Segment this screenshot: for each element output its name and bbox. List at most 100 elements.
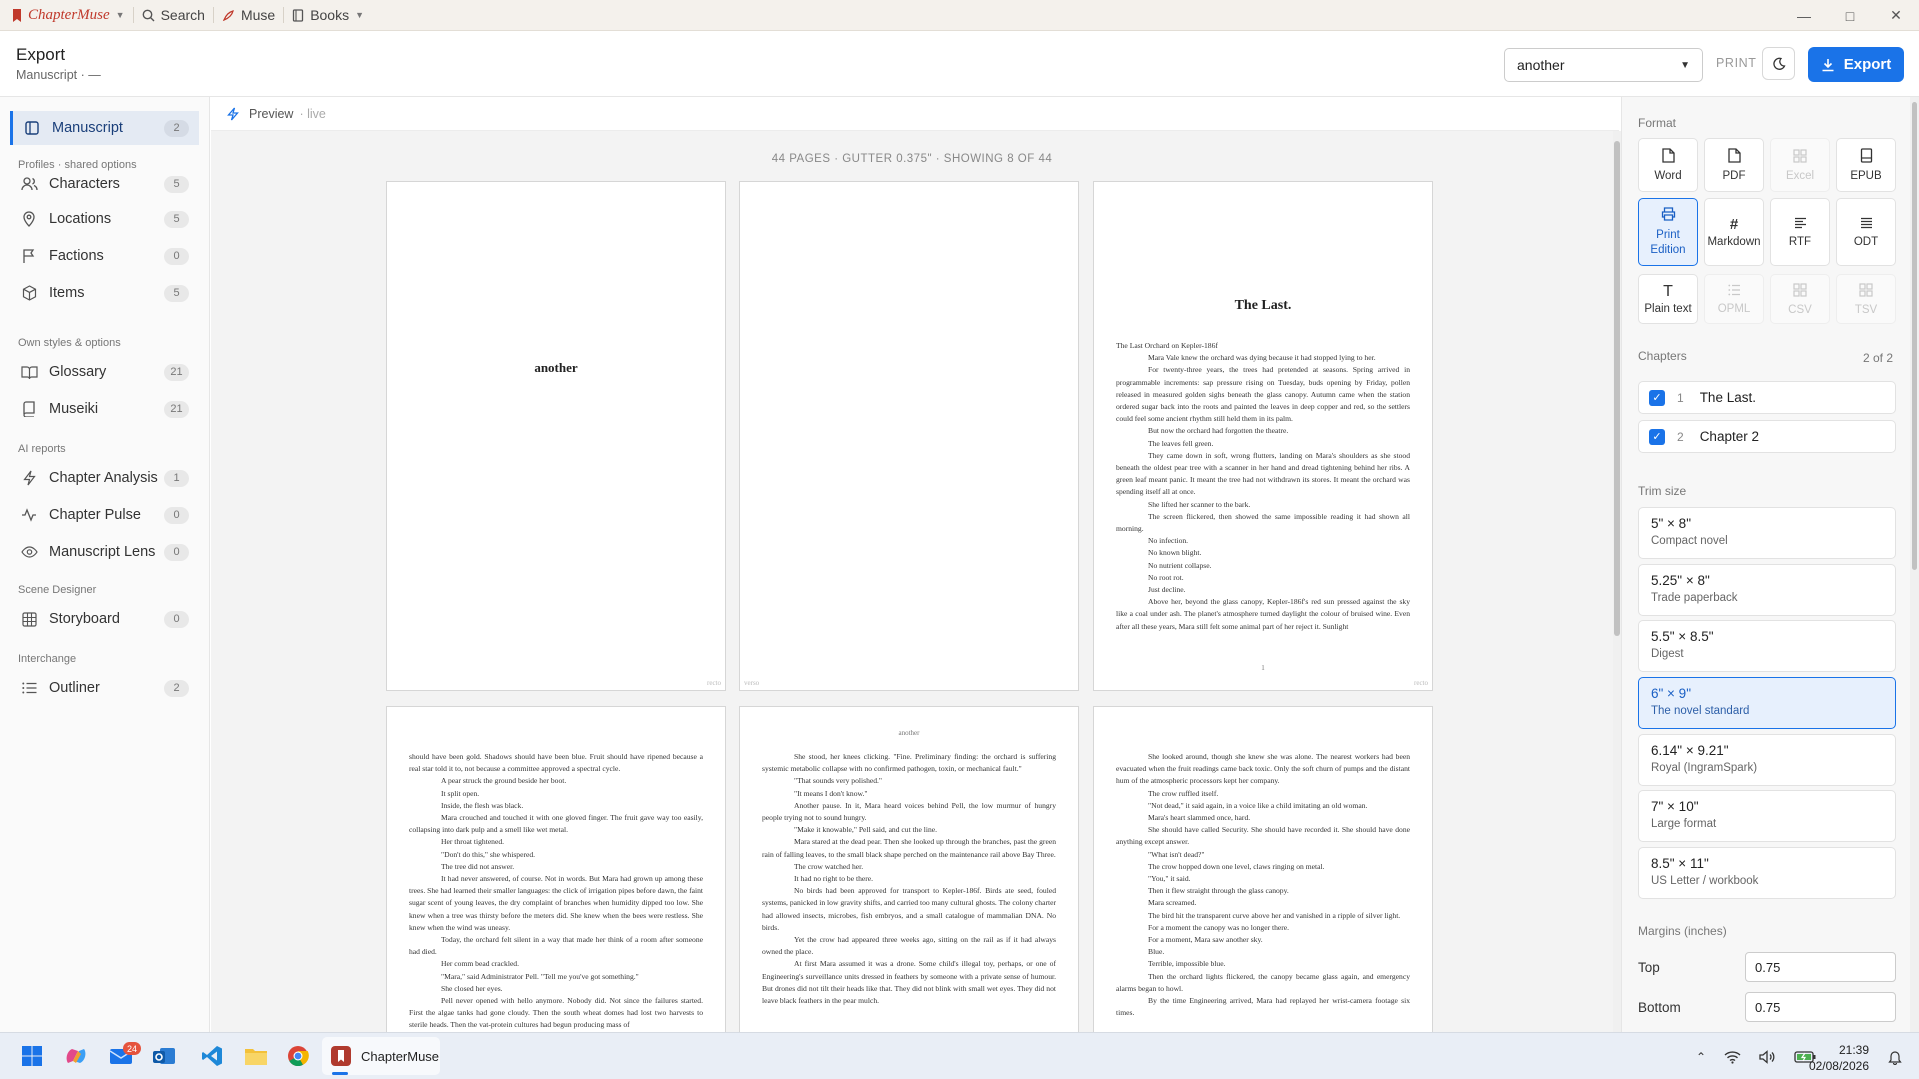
format-label: OPML xyxy=(1717,302,1751,315)
mail-app[interactable]: 24 xyxy=(105,1040,141,1072)
sidebar-item-manuscript[interactable]: Manuscript 2 xyxy=(10,111,199,145)
paragraph: "Don't do this," she whispered. xyxy=(441,849,536,859)
trim-option[interactable]: 5" × 8" Compact novel xyxy=(1638,507,1896,559)
format-csv-button[interactable]: CSV xyxy=(1770,274,1830,324)
format-pdf-button[interactable]: PDF xyxy=(1704,138,1764,192)
menu-search-label: Search xyxy=(160,7,205,23)
margin-bottom-input[interactable]: 0.75 xyxy=(1745,992,1896,1022)
section-label: AI reports xyxy=(18,443,66,455)
format-tsv-button[interactable]: TSV xyxy=(1836,274,1896,324)
settings-scrollbar[interactable] xyxy=(1910,97,1919,1032)
sidebar-item-items[interactable]: Items 5 xyxy=(10,276,199,310)
chapter-row[interactable]: ✓ 1 The Last. xyxy=(1638,381,1896,414)
trim-size-heading: Trim size xyxy=(1638,484,1687,498)
sidebar-item-storyboard[interactable]: Storyboard 0 xyxy=(10,602,199,636)
checkbox-checked-icon[interactable]: ✓ xyxy=(1649,389,1665,406)
paragraph: No infection. xyxy=(1148,536,1189,546)
copilot-icon xyxy=(66,1049,86,1063)
paragraph: It had no right to be there. xyxy=(794,874,874,884)
clock-date: 02/08/2026 xyxy=(1808,1059,1869,1073)
page-body: She looked around, though she knew she w… xyxy=(1116,751,1410,1019)
system-clock[interactable]: 21:39 02/08/2026 xyxy=(1805,1042,1869,1074)
scrollbar-thumb[interactable] xyxy=(1614,141,1620,636)
paragraph: She looked around, though she knew she w… xyxy=(1116,752,1410,786)
trim-option[interactable]: 6.14" × 9.21" Royal (IngramSpark) xyxy=(1638,734,1896,786)
feather-icon xyxy=(222,9,234,21)
paragraph: But now the orchard had forgotten the th… xyxy=(1148,426,1289,436)
sidebar-item-factions[interactable]: Factions 0 xyxy=(10,239,199,273)
sidebar-item-museiki[interactable]: Museiki 21 xyxy=(10,392,199,426)
wifi-icon[interactable] xyxy=(1724,1050,1741,1064)
preview-canvas[interactable]: 44 PAGES · GUTTER 0.375" · SHOWING 8 OF … xyxy=(211,131,1613,1032)
theme-toggle-button[interactable] xyxy=(1762,47,1795,80)
format-markdown-button[interactable]: # Markdown xyxy=(1704,198,1764,266)
trim-option[interactable]: 5.25" × 8" Trade paperback xyxy=(1638,564,1896,616)
sidebar-item-locations[interactable]: Locations 5 xyxy=(10,202,199,236)
preview-page-4: should have been gold. Shadows should ha… xyxy=(386,706,726,1032)
paragraph: Mara crouched and touched it with one gl… xyxy=(409,813,703,835)
copilot-app[interactable] xyxy=(60,1040,92,1072)
menu-muse[interactable]: Muse xyxy=(214,0,283,31)
document-select[interactable]: another ▼ xyxy=(1504,48,1703,82)
outlook-icon xyxy=(153,1048,175,1064)
format-epub-button[interactable]: EPUB xyxy=(1836,138,1896,192)
margin-top-input[interactable]: 0.75 xyxy=(1745,952,1896,982)
format-word-button[interactable]: Word xyxy=(1638,138,1698,192)
minimize-icon[interactable]: — xyxy=(1781,0,1827,31)
volume-icon[interactable] xyxy=(1759,1049,1776,1064)
format-opml-button[interactable]: OPML xyxy=(1704,274,1764,324)
outlook-app[interactable] xyxy=(148,1040,180,1072)
format-plain-text-button[interactable]: T Plain text xyxy=(1638,274,1698,324)
moon-icon xyxy=(1772,57,1786,70)
chapter-title: The Last. xyxy=(1699,390,1756,405)
checkbox-checked-icon[interactable]: ✓ xyxy=(1649,428,1665,445)
sidebar-item-chapter-pulse[interactable]: Chapter Pulse 0 xyxy=(10,498,199,532)
sidebar-item-outliner[interactable]: Outliner 2 xyxy=(10,671,199,705)
scrollbar-thumb[interactable] xyxy=(1912,102,1917,570)
sidebar-item-characters[interactable]: Characters 5 xyxy=(10,167,199,201)
trim-option[interactable]: 8.5" × 11" US Letter / workbook xyxy=(1638,847,1896,899)
cube-icon xyxy=(20,284,38,302)
sidebar-item-chapter-analysis[interactable]: Chapter Analysis 1 xyxy=(10,461,199,495)
sidebar-item-manuscript-lens[interactable]: Manuscript Lens 0 xyxy=(10,535,199,569)
printer-icon xyxy=(1661,206,1676,224)
vscode-app[interactable] xyxy=(196,1040,228,1072)
margin-top-label: Top xyxy=(1638,960,1660,975)
format-excel-button[interactable]: Excel xyxy=(1770,138,1830,192)
section-label: Interchange xyxy=(18,653,77,665)
export-button[interactable]: Export xyxy=(1808,47,1904,82)
sidebar-item-glossary[interactable]: Glossary 21 xyxy=(10,355,199,389)
notification-area[interactable] xyxy=(1888,1033,1902,1079)
trim-option[interactable]: 5.5" × 8.5" Digest xyxy=(1638,620,1896,672)
count-badge: 0 xyxy=(164,610,189,628)
chrome-app[interactable] xyxy=(282,1040,314,1072)
format-odt-button[interactable]: ODT xyxy=(1836,198,1896,266)
menu-search[interactable]: Search xyxy=(134,0,213,31)
paragraph: No birds had been approved for transport… xyxy=(762,886,1056,932)
format-label: ODT xyxy=(1853,235,1879,248)
hash-icon: # xyxy=(1729,215,1739,233)
menu-books[interactable]: Books ▼ xyxy=(284,0,372,31)
paragraph: A pear struck the ground beside her boot… xyxy=(441,776,567,786)
section-label: Own styles & options xyxy=(18,337,121,349)
format-print-edition-button[interactable]: Print Edition xyxy=(1638,198,1698,266)
chapter-number: 2 xyxy=(1677,429,1684,444)
format-rtf-button[interactable]: RTF xyxy=(1770,198,1830,266)
chapter-row[interactable]: ✓ 2 Chapter 2 xyxy=(1638,420,1896,453)
file-explorer-app[interactable] xyxy=(240,1040,272,1072)
chevron-up-icon[interactable]: ⌃ xyxy=(1696,1050,1706,1064)
trim-option-selected[interactable]: 6" × 9" The novel standard xyxy=(1638,677,1896,729)
count-badge: 1 xyxy=(164,469,189,487)
paragraph: Then the orchard lights flickered, the c… xyxy=(1116,971,1410,993)
brand-menu[interactable]: ChapterMuse ▼ xyxy=(0,0,133,31)
mail-badge: 24 xyxy=(123,1042,141,1055)
paragraph: For a moment, Mara saw another sky. xyxy=(1148,935,1263,945)
paragraph: "What isn't dead?" xyxy=(1148,849,1205,859)
maximize-icon[interactable]: □ xyxy=(1827,0,1873,31)
preview-scrollbar[interactable] xyxy=(1613,131,1621,1032)
trim-option[interactable]: 7" × 10" Large format xyxy=(1638,790,1896,842)
start-button[interactable] xyxy=(16,1040,48,1072)
paragraph: Mara Vale knew the orchard was dying bec… xyxy=(1148,353,1376,363)
chaptermuse-taskbar-button[interactable]: ChapterMuse xyxy=(322,1037,440,1075)
close-icon[interactable]: ✕ xyxy=(1873,0,1919,31)
